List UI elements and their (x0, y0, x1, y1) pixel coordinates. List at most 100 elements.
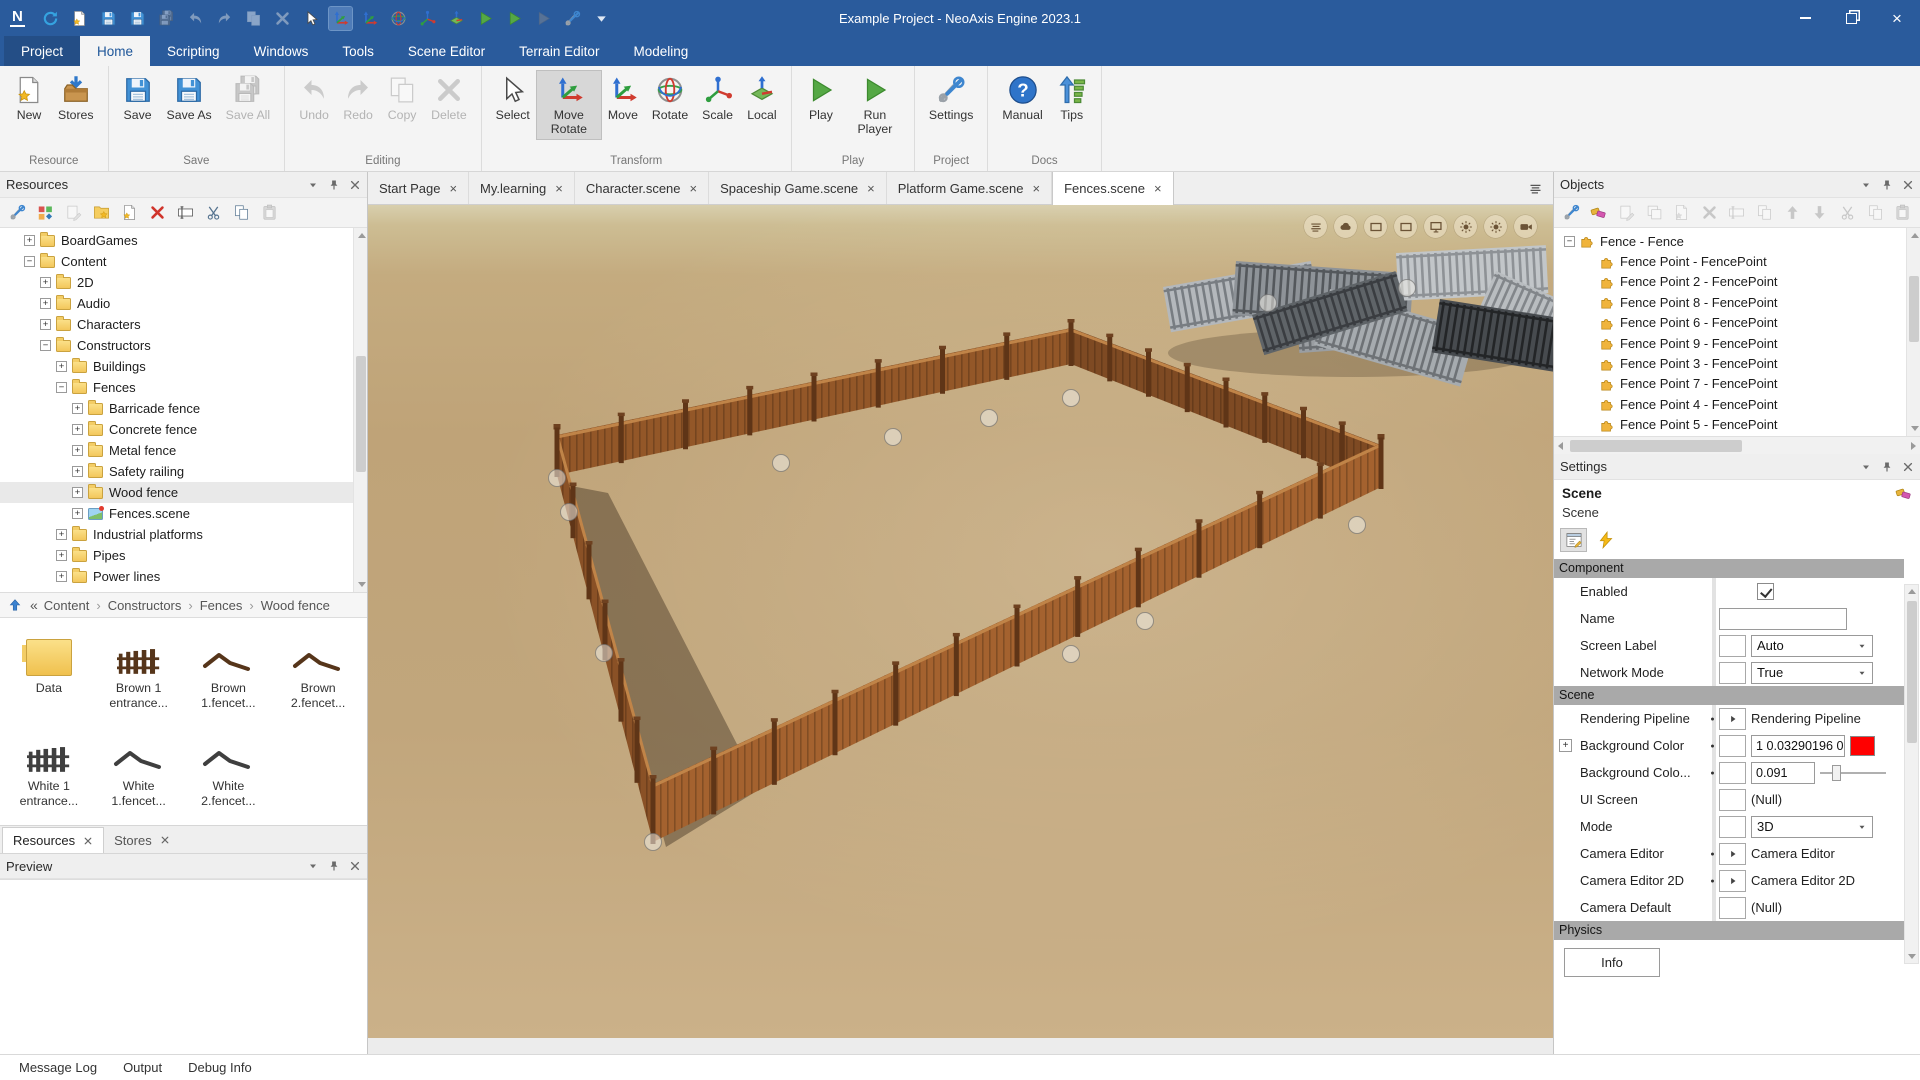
up-icon[interactable] (8, 598, 22, 612)
pin-icon[interactable] (328, 860, 340, 872)
close-icon[interactable]: × (449, 181, 457, 196)
checkbox[interactable] (1757, 583, 1774, 600)
new-button[interactable]: New (7, 71, 51, 125)
pin-icon[interactable] (328, 179, 340, 191)
reference-value[interactable]: Rendering Pipeline (1751, 711, 1861, 726)
output-tab[interactable]: Output (110, 1055, 175, 1080)
menu-windows[interactable]: Windows (237, 36, 326, 66)
breadcrumb-collapse[interactable]: « (30, 597, 38, 613)
expander-icon[interactable]: + (24, 235, 35, 246)
scene-viewport[interactable] (368, 205, 1553, 1038)
copy-icon[interactable] (231, 202, 252, 223)
close-icon[interactable]: × (1154, 181, 1162, 196)
menu-tools[interactable]: Tools (325, 36, 391, 66)
info-button[interactable]: Info (1564, 948, 1660, 977)
object-tree-item[interactable]: − Fence - Fence (1554, 231, 1906, 251)
thumb-brown1-fencetype[interactable]: Brown 1.fencet... (184, 626, 274, 724)
duplicate-icon[interactable] (1754, 202, 1775, 223)
minimize-button[interactable] (1782, 0, 1828, 36)
new-resource-icon[interactable] (68, 7, 91, 30)
dropdown[interactable]: Auto (1751, 635, 1873, 657)
breadcrumb-item[interactable]: Wood fence (242, 598, 329, 613)
lighting-icon[interactable] (1454, 215, 1477, 238)
section-header-component[interactable]: Component (1554, 559, 1904, 578)
close-icon[interactable] (160, 835, 170, 845)
settings-icon[interactable] (561, 7, 584, 30)
value-box[interactable]: 0.091 (1751, 762, 1815, 784)
thumb-data[interactable]: Data (4, 626, 94, 724)
paste-icon[interactable] (1892, 202, 1913, 223)
message-log-tab[interactable]: Message Log (6, 1055, 110, 1080)
save-icon[interactable] (97, 7, 120, 30)
lighting2-icon[interactable] (1484, 215, 1507, 238)
view-options-icon[interactable] (35, 202, 56, 223)
delete-icon[interactable] (1699, 202, 1720, 223)
object-tree-item[interactable]: Fence Point 9 - FencePoint (1554, 333, 1906, 353)
expand-reference-button[interactable] (1719, 870, 1746, 892)
menu-home[interactable]: Home (80, 36, 150, 66)
menu-modeling[interactable]: Modeling (616, 36, 705, 66)
close-icon[interactable] (349, 179, 361, 191)
thumb-white1-fencetype[interactable]: White 1.fencet... (94, 724, 184, 822)
tab-start-page[interactable]: Start Page × (368, 172, 469, 204)
move-button[interactable]: Move (601, 71, 645, 125)
move-down-icon[interactable] (1809, 202, 1830, 223)
cut-icon[interactable] (203, 202, 224, 223)
dropdown[interactable]: True (1751, 662, 1873, 684)
color-swatch[interactable] (1850, 736, 1875, 756)
tree-item[interactable]: + Safety railing (0, 461, 353, 482)
play-disabled-icon[interactable] (532, 7, 555, 30)
menu-terrain-editor[interactable]: Terrain Editor (502, 36, 616, 66)
rename-icon[interactable] (1727, 202, 1748, 223)
expander-icon[interactable]: + (56, 571, 67, 582)
play-icon[interactable] (474, 7, 497, 30)
tab-character-scene[interactable]: Character.scene × (575, 172, 709, 204)
tree-item[interactable]: + Characters (0, 314, 353, 335)
tips-button[interactable]: Tips (1050, 71, 1094, 125)
refresh-icon[interactable] (39, 7, 62, 30)
expander-icon[interactable]: − (40, 340, 51, 351)
close-icon[interactable]: × (867, 181, 875, 196)
tab-my-learning[interactable]: My.learning × (469, 172, 575, 204)
save-all-icon[interactable] (155, 7, 178, 30)
save-as-button[interactable]: Save As (160, 71, 219, 125)
dropdown[interactable]: 3D (1751, 816, 1873, 838)
new-resource-icon[interactable] (119, 202, 140, 223)
local-icon[interactable] (445, 7, 468, 30)
rotate-icon[interactable] (387, 7, 410, 30)
tree-item[interactable]: + 2D (0, 272, 353, 293)
tree-item[interactable]: + Industrial platforms (0, 524, 353, 545)
vertical-scrollbar[interactable] (1906, 228, 1920, 436)
tab-platform-game-scene[interactable]: Platform Game.scene × (887, 172, 1052, 204)
expander-icon[interactable]: + (56, 550, 67, 561)
undo-icon[interactable] (184, 7, 207, 30)
expander-icon[interactable]: − (56, 382, 67, 393)
copy-icon[interactable] (1865, 202, 1886, 223)
save-all-button[interactable]: Save All (219, 71, 277, 125)
object-tree-item[interactable]: Fence Point 3 - FencePoint (1554, 353, 1906, 373)
tools-icon[interactable] (7, 202, 28, 223)
section-header-scene[interactable]: Scene (1554, 686, 1904, 705)
paint-icon[interactable] (1895, 485, 1912, 502)
redo-button[interactable]: Redo (336, 71, 380, 125)
close-icon[interactable]: × (690, 181, 698, 196)
screen-frame-icon[interactable] (1364, 215, 1387, 238)
app-logo[interactable]: N (10, 9, 25, 27)
thumb-white1-entrance[interactable]: White 1 entrance... (4, 724, 94, 822)
tree-item[interactable]: + Audio (0, 293, 353, 314)
tree-item[interactable]: − Constructors (0, 335, 353, 356)
tree-item[interactable]: − Content (0, 251, 353, 272)
value-box[interactable]: 1 0.03290196 0 (1751, 735, 1845, 757)
display-icon[interactable] (1424, 215, 1447, 238)
default-box[interactable] (1719, 662, 1746, 684)
tab-spaceship-game-scene[interactable]: Spaceship Game.scene × (709, 172, 887, 204)
tree-item[interactable]: + BoardGames (0, 230, 353, 251)
menu-project[interactable]: Project (4, 36, 80, 66)
tree-item[interactable]: + Concrete fence (0, 419, 353, 440)
tree-item[interactable]: + Fences.scene (0, 503, 353, 524)
debug-info-tab[interactable]: Debug Info (175, 1055, 265, 1080)
delete-button[interactable]: Delete (424, 71, 474, 125)
edit-icon[interactable] (63, 202, 84, 223)
move-rotate-button[interactable]: Move Rotate (537, 71, 601, 139)
object-tree-item[interactable]: Fence Point 6 - FencePoint (1554, 313, 1906, 333)
